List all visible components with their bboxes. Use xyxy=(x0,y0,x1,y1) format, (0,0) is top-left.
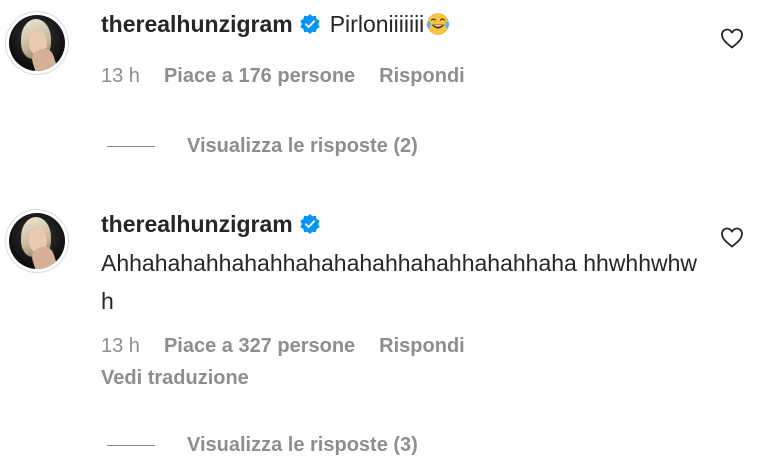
replies-divider xyxy=(107,145,155,147)
avatar[interactable] xyxy=(6,12,68,74)
username[interactable]: therealhunzigram xyxy=(101,210,293,238)
heart-icon[interactable] xyxy=(720,27,744,49)
avatar-photo xyxy=(9,15,65,71)
replies-divider xyxy=(107,444,155,446)
comment-text: Pirloniiiiiii xyxy=(329,11,425,37)
comment-meta: 13 h Piace a 327 persone Rispondi xyxy=(101,334,465,358)
timestamp: 13 h xyxy=(101,335,140,357)
verified-badge-icon xyxy=(300,14,320,34)
view-replies-button[interactable]: Visualizza le risposte (3) xyxy=(187,433,418,457)
comment-text: Ahhahahahhahahhahahahahhahahhahahhaha hh… xyxy=(101,250,698,314)
username[interactable]: therealhunzigram xyxy=(101,10,293,38)
reply-button[interactable]: Rispondi xyxy=(379,334,465,358)
avatar[interactable] xyxy=(6,210,68,272)
view-replies-row[interactable]: Visualizza le risposte (2) xyxy=(107,134,418,158)
reply-button[interactable]: Rispondi xyxy=(379,64,465,88)
view-replies-button[interactable]: Visualizza le risposte (2) xyxy=(187,134,418,158)
verified-badge-icon xyxy=(300,214,320,234)
comment-header: therealhunzigram Pirloniiiiiii xyxy=(101,10,451,38)
view-replies-row[interactable]: Visualizza le risposte (3) xyxy=(107,433,418,457)
likes-count[interactable]: Piace a 327 persone xyxy=(164,334,355,358)
timestamp: 13 h xyxy=(101,65,140,87)
comment-meta: 13 h Piace a 176 persone Rispondi xyxy=(101,64,465,88)
see-translation-button[interactable]: Vedi traduzione xyxy=(101,366,249,390)
avatar-photo xyxy=(9,213,65,269)
likes-count[interactable]: Piace a 176 persone xyxy=(164,64,355,88)
comment-header: therealhunzigram xyxy=(101,210,321,238)
heart-icon[interactable] xyxy=(720,226,744,248)
face-with-tears-of-joy-emoji xyxy=(427,13,450,35)
